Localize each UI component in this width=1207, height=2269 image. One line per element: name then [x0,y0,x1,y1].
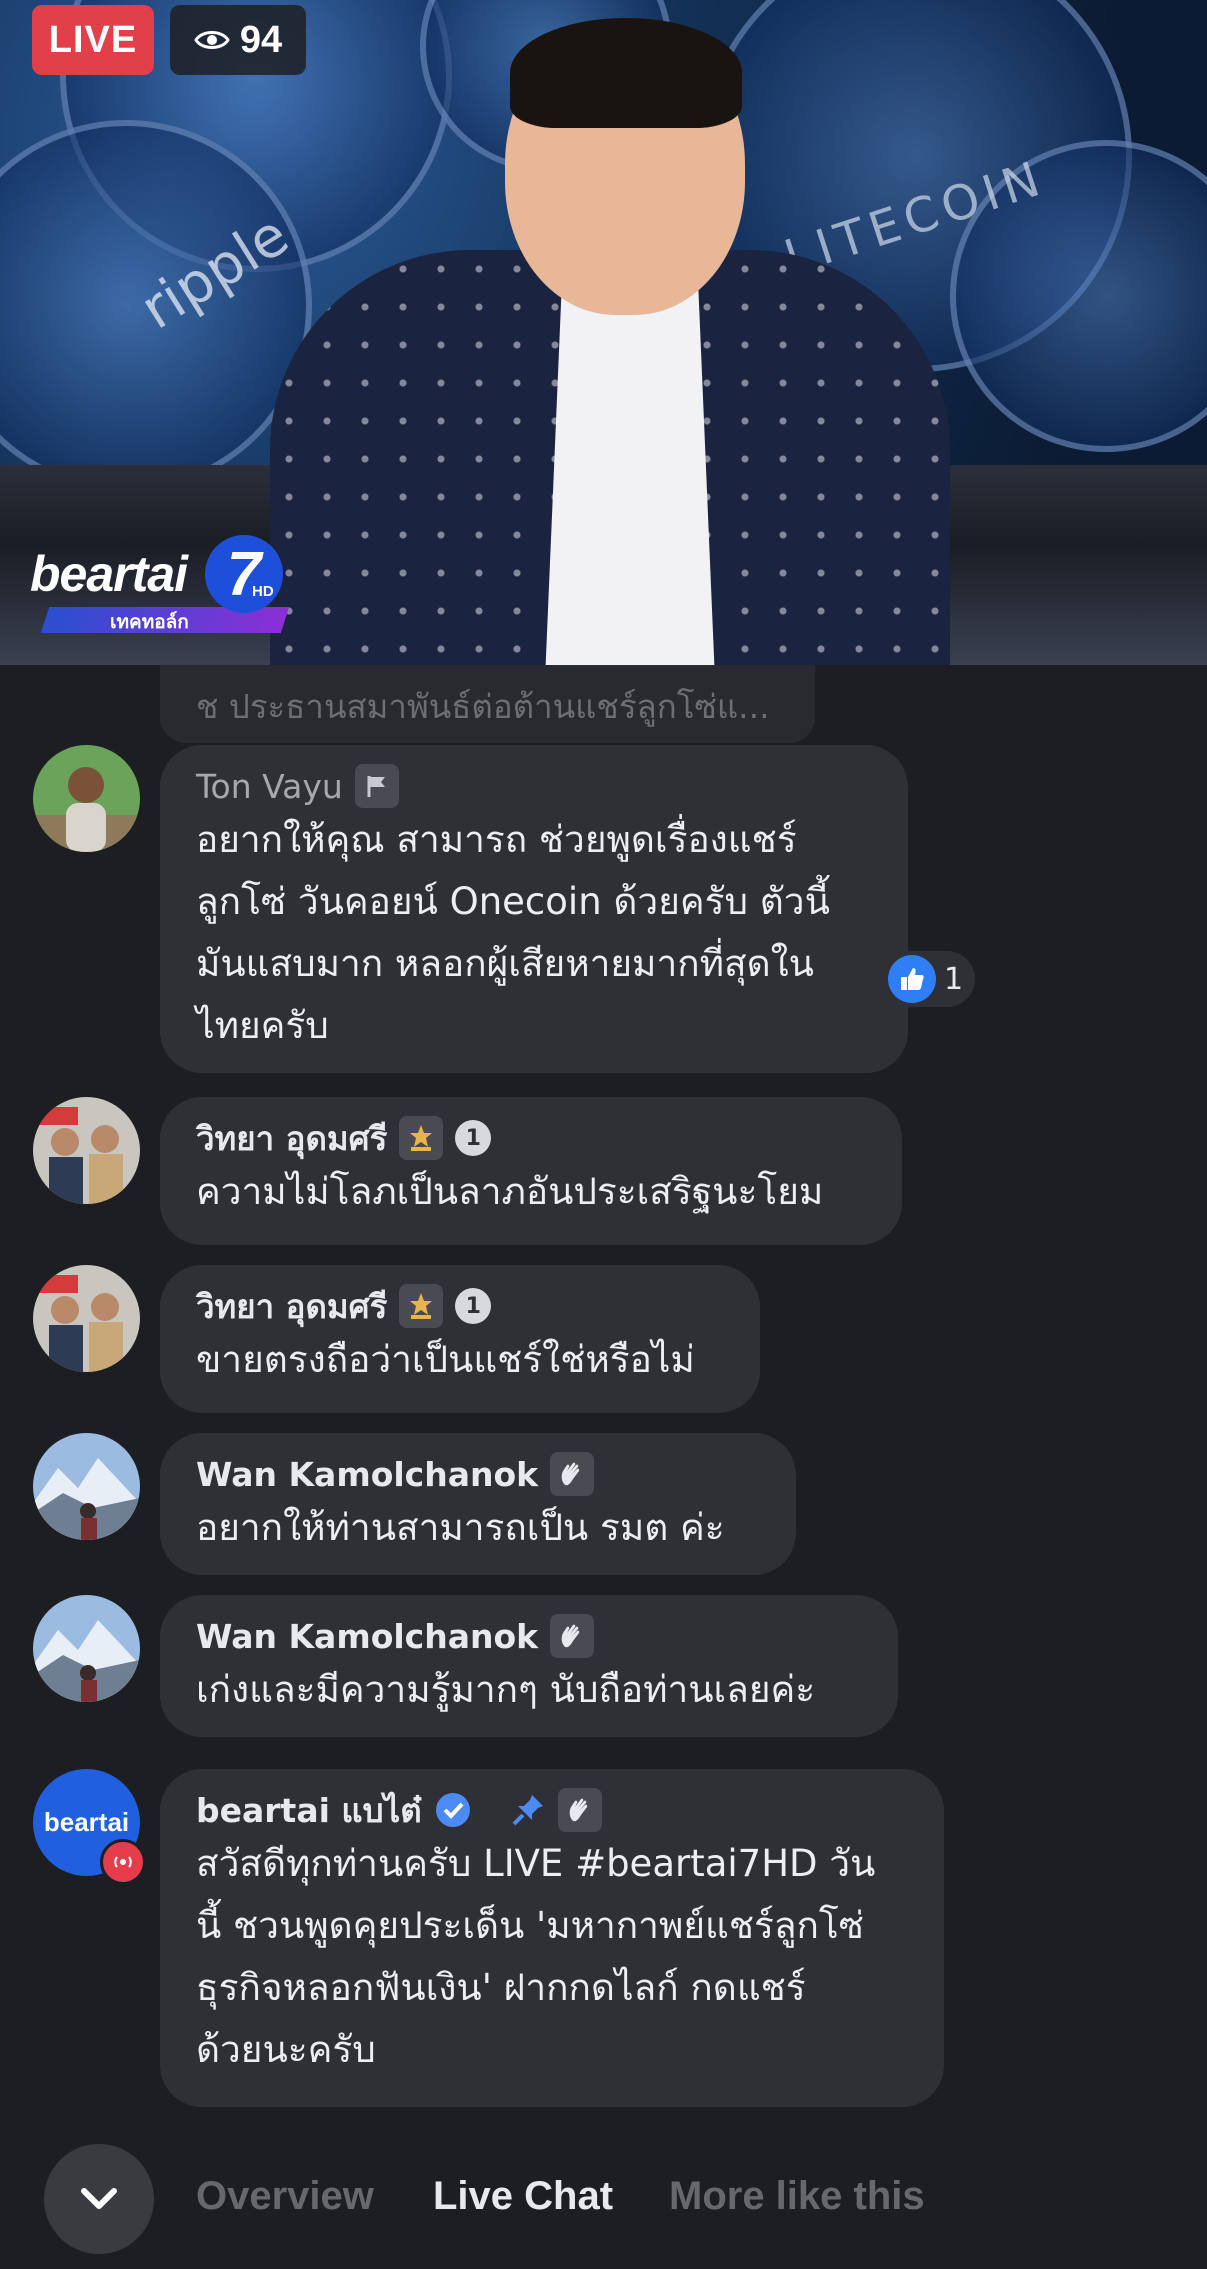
viewer-count-badge: 94 [170,5,306,75]
fan-icon [399,1284,444,1328]
pin-icon [512,1795,543,1826]
message-bubble[interactable]: Wan Kamolchanok อยากให้ท่านสามารถเป็น รม… [160,1433,796,1575]
verified-icon [435,1793,470,1827]
avatar[interactable] [33,745,140,852]
rank-badge: 1 [455,1120,492,1156]
message-bubble[interactable]: Ton Vayu อยากให้คุณ สามารถ ช่วยพูดเรื่อง… [160,745,908,1073]
message-author[interactable]: Wan Kamolchanok [196,1613,862,1659]
wave-icon [550,1452,595,1496]
live-badge: LIVE [32,5,154,75]
message-text: ขายตรงถือว่าเป็นแชร์ใช่หรือไม่ [196,1338,695,1381]
message-bubble[interactable]: วิทยา อุดมศรี 1 ความไม่โลภเป็นลาภอันประเ… [160,1097,902,1245]
avatar-wordmark: beartai [43,1807,130,1837]
live-chat-feed[interactable]: ช ประธานสมาพันธ์ต่อต้านแชร์ลูกโซ่แ... To… [0,665,1207,2130]
message-bubble[interactable]: beartai แบไต๋ สวัสดีทุกท่านครับ LIVE #be… [160,1769,944,2107]
chevron-down-icon [81,2188,117,2209]
message-text: เก่งและมีความรู้มากๆ นับถือท่านเลยค่ะ [196,1668,816,1711]
viewer-count: 94 [239,18,283,61]
message-author[interactable]: beartai แบไต๋ [196,1787,908,1833]
host-shirt [545,280,715,665]
avatar[interactable] [33,1595,140,1702]
rank-badge: 1 [455,1288,492,1324]
message-text: อยากให้คุณ สามารถ ช่วยพูดเรื่องแชร์ ลูกโ… [196,818,830,1047]
live-video-player[interactable]: ripple LITECOIN LIVE 94 beartai 7 HD เทค… [0,0,1207,665]
message-text: อยากให้ท่านสามารถเป็น รมต ค่ะ [196,1506,725,1549]
tab-more-like-this[interactable]: More like this [669,2174,925,2219]
tab-live-chat[interactable]: Live Chat [433,2174,613,2219]
host-hair [510,18,742,128]
logo-wordmark: beartai [30,546,188,602]
message-bubble[interactable]: วิทยา อุดมศรี 1 ขายตรงถือว่าเป็นแชร์ใช่ห… [160,1265,760,1413]
logo-subtitle: เทคทอล์ก [110,611,189,633]
bottom-tab-bar: Overview Live Chat More like this [0,2130,1207,2269]
message-author[interactable]: Ton Vayu [196,763,872,809]
collapse-button[interactable] [44,2144,154,2254]
wave-icon [550,1614,595,1658]
fan-icon [399,1116,444,1160]
channel-logo: beartai 7 HD เทคทอล์ก [30,535,290,635]
thumbs-up-icon [888,955,936,1003]
like-reaction[interactable]: 1 [884,951,976,1007]
avatar[interactable] [33,1265,140,1372]
logo-seven: 7 [205,535,283,613]
message-author[interactable]: วิทยา อุดมศรี 1 [196,1283,724,1329]
tab-overview[interactable]: Overview [196,2174,374,2219]
wave-icon [557,1788,602,1832]
logo-hd: HD [252,583,274,600]
eye-icon [194,31,230,49]
message-text: สวัสดีทุกท่านครับ LIVE #beartai7HD วัน น… [196,1842,876,2071]
message-author[interactable]: วิทยา อุดมศรี 1 [196,1115,866,1161]
flag-icon [354,764,399,808]
message-text: ความไม่โลภเป็นลาภอันประเสริฐนะโยม [196,1170,824,1213]
message-author[interactable]: Wan Kamolchanok [196,1451,760,1497]
like-count: 1 [944,961,964,997]
live-broadcast-icon [100,1839,146,1885]
faded-previous-message: ช ประธานสมาพันธ์ต่อต้านแชร์ลูกโซ่แ... [160,665,815,743]
message-bubble[interactable]: Wan Kamolchanok เก่งและมีความรู้มากๆ นับ… [160,1595,898,1737]
avatar[interactable] [33,1433,140,1540]
avatar[interactable] [33,1097,140,1204]
